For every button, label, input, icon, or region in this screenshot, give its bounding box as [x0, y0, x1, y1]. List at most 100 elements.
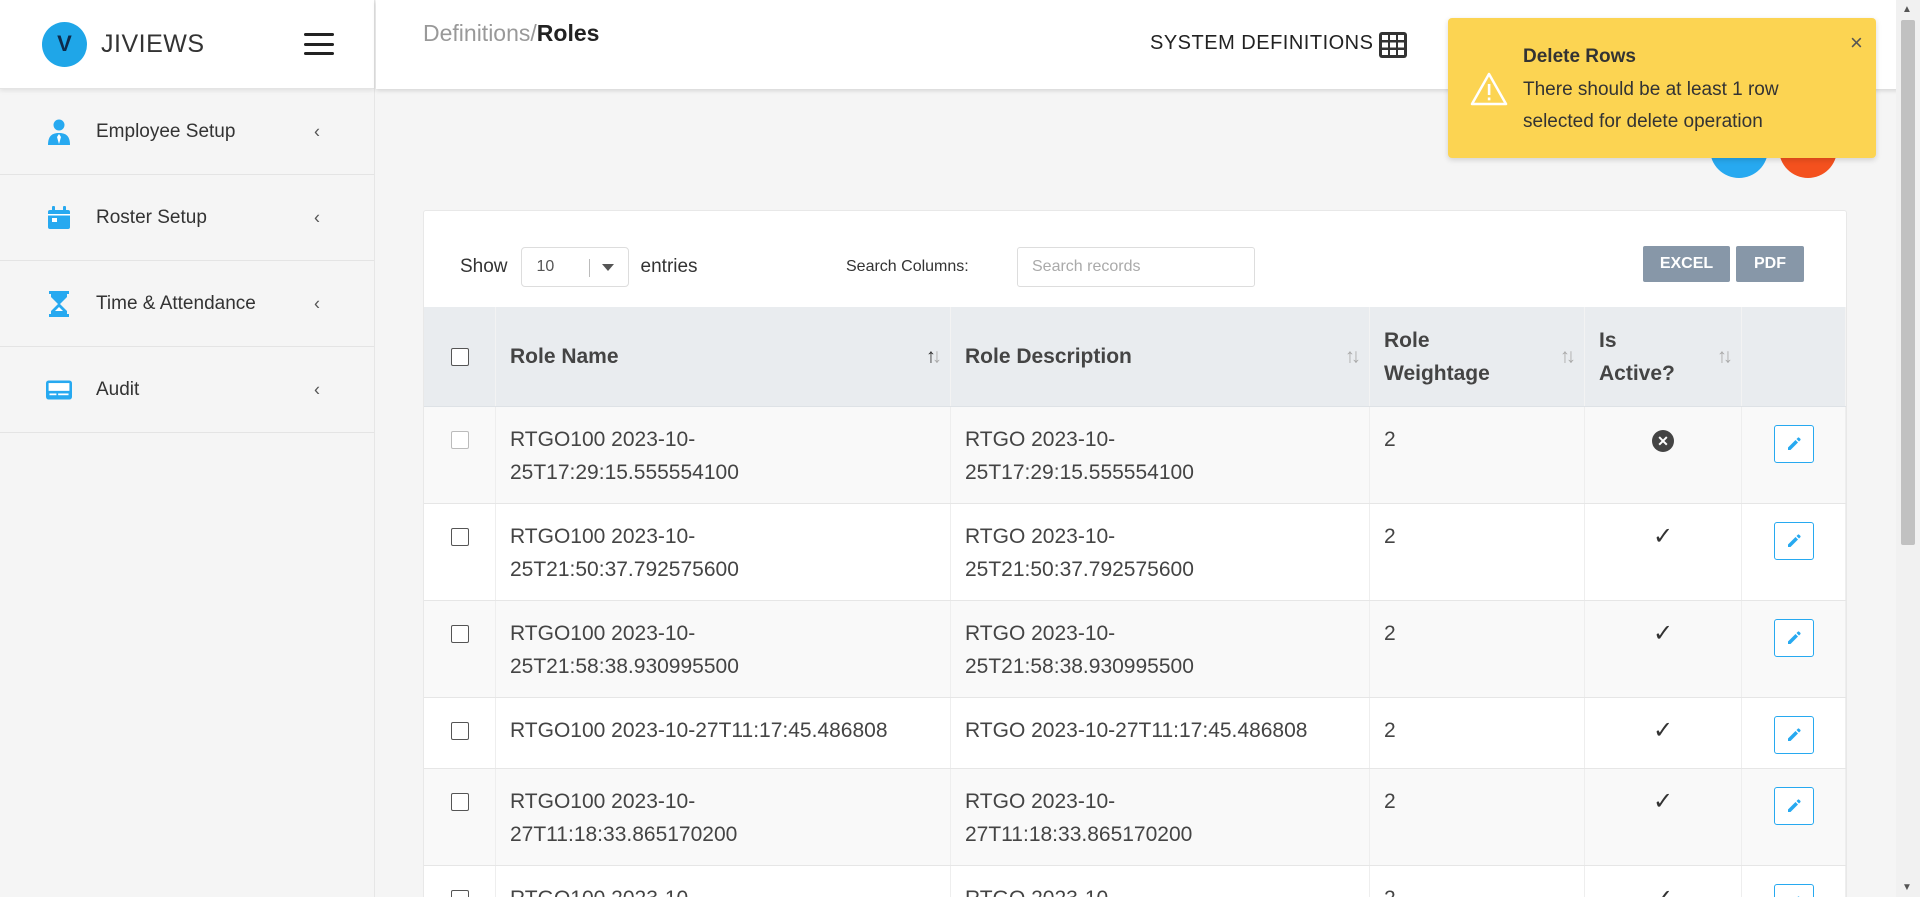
table-row: RTGO100 2023-10-27T11:18:33.865170200 RTG…: [424, 769, 1846, 866]
scroll-up-icon[interactable]: ▲: [1902, 4, 1912, 15]
column-header-role-weightage[interactable]: Role Weightage ↑↓: [1370, 307, 1585, 406]
role-description-cell: RTGO 2023-10-25T21:50:37.792575600: [951, 504, 1370, 600]
row-select-cell: [424, 698, 496, 768]
row-checkbox: [450, 431, 469, 449]
hamburger-menu-icon[interactable]: [304, 33, 334, 55]
role-name-cell: RTGO100 2023-10-25T21:58:38.930995500: [496, 601, 951, 697]
actions-cell: [1742, 769, 1846, 865]
is-active-cell: ✓: [1585, 698, 1742, 768]
row-select-cell: [424, 769, 496, 865]
edit-button[interactable]: [1773, 522, 1814, 560]
sidebar-item-label: Roster Setup: [96, 206, 207, 228]
user-tie-icon: [46, 119, 72, 145]
close-icon[interactable]: ×: [1850, 30, 1863, 56]
sidebar-item-employee-setup[interactable]: Employee Setup ‹: [0, 89, 374, 175]
row-checkbox[interactable]: [450, 793, 469, 811]
pencil-icon: [1787, 534, 1801, 547]
search-input[interactable]: [1017, 247, 1255, 287]
show-label: Show: [460, 256, 508, 277]
brand-bar: V JIVIEWS: [0, 0, 374, 89]
check-icon: ✓: [1653, 882, 1673, 897]
actions-cell: [1742, 504, 1846, 600]
sidebar-item-audit[interactable]: Audit ‹: [0, 347, 374, 433]
role-name-cell: RTGO100 2023-10-27T11:17:45.486808: [496, 698, 951, 768]
page-length-select[interactable]: 10: [520, 247, 629, 287]
chevron-left-icon: ‹: [314, 207, 320, 227]
column-header-is-active[interactable]: Is Active? ↑↓: [1585, 307, 1742, 406]
row-checkbox[interactable]: [450, 625, 469, 643]
chevron-left-icon: ‹: [314, 379, 320, 399]
row-select-cell: [424, 866, 496, 897]
chevron-left-icon: ‹: [314, 293, 320, 313]
x-circle-icon: ✕: [1652, 430, 1674, 452]
actions-cell: [1742, 698, 1846, 768]
column-header-label: Role Name: [510, 345, 619, 368]
column-header-label: Role Weightage: [1384, 328, 1490, 385]
row-checkbox[interactable]: [450, 890, 469, 897]
role-weightage-cell: 2: [1370, 504, 1585, 600]
sort-icon[interactable]: ↑↓: [1717, 340, 1733, 373]
grid-icon[interactable]: [1379, 32, 1407, 58]
id-card-icon: [46, 377, 72, 403]
sidebar-item-time-attendance[interactable]: Time & Attendance ‹: [0, 261, 374, 347]
select-all-cell: [424, 307, 496, 406]
is-active-cell: ✓: [1585, 601, 1742, 697]
entries-label: entries: [640, 256, 698, 277]
table-row: RTGO100 2023-10-RTGO 2023-10-2 ✓: [424, 866, 1846, 897]
row-select-cell: [424, 504, 496, 600]
sort-icon[interactable]: ↑↓: [926, 340, 942, 373]
roles-table: Role Name ↑↓ Role Description ↑↓ Role We…: [424, 307, 1846, 897]
select-all-checkbox[interactable]: [450, 347, 469, 366]
column-header-role-name[interactable]: Role Name ↑↓: [496, 307, 951, 406]
edit-button[interactable]: [1773, 787, 1814, 825]
column-header-actions: [1742, 307, 1846, 406]
edit-button[interactable]: [1773, 884, 1814, 897]
table-row: RTGO100 2023-10-25T21:50:37.792575600 RTG…: [424, 504, 1846, 601]
system-definitions-link[interactable]: SYSTEM DEFINITIONS: [1150, 32, 1373, 55]
row-checkbox[interactable]: [450, 722, 469, 740]
sidebar-item-roster-setup[interactable]: Roster Setup ‹: [0, 175, 374, 261]
edit-button[interactable]: [1773, 716, 1814, 754]
brand-name: JIVIEWS: [101, 29, 205, 58]
breadcrumb-parent[interactable]: Definitions: [423, 20, 530, 46]
row-select-cell: [424, 407, 496, 503]
pencil-icon: [1787, 799, 1801, 812]
excel-export-button[interactable]: EXCEL: [1643, 246, 1730, 282]
scroll-thumb[interactable]: [1901, 20, 1915, 545]
role-description-cell: RTGO 2023-10-25T21:58:38.930995500: [951, 601, 1370, 697]
actions-cell: [1742, 407, 1846, 503]
sort-icon[interactable]: ↑↓: [1560, 340, 1576, 373]
edit-button[interactable]: [1773, 425, 1814, 463]
table-header: Role Name ↑↓ Role Description ↑↓ Role We…: [424, 307, 1846, 407]
role-name-cell: RTGO100 2023-10-: [496, 866, 951, 897]
page-length-value: 10: [536, 258, 555, 275]
column-header-role-description[interactable]: Role Description ↑↓: [951, 307, 1370, 406]
hourglass-icon: [46, 290, 72, 317]
check-icon: ✓: [1652, 788, 1674, 815]
role-weightage-cell: 2: [1370, 407, 1585, 503]
pencil-icon: [1787, 631, 1801, 644]
role-weightage-cell: 2: [1370, 769, 1585, 865]
role-description-cell: RTGO 2023-10-25T17:29:15.555554100: [951, 407, 1370, 503]
app-logo[interactable]: V: [42, 21, 87, 67]
role-description-cell: RTGO 2023-10-27T11:17:45.486808: [951, 698, 1370, 768]
page-scrollbar[interactable]: ▲ ▼: [1896, 0, 1920, 897]
warning-icon: [1470, 72, 1508, 106]
role-weightage-cell: 2: [1370, 866, 1585, 897]
breadcrumb: Definitions/Roles: [423, 20, 599, 47]
is-active-cell: ✓: [1585, 769, 1742, 865]
edit-button[interactable]: [1773, 619, 1814, 657]
actions-cell: [1742, 601, 1846, 697]
role-name-cell: RTGO100 2023-10-27T11:18:33.865170200: [496, 769, 951, 865]
is-active-cell: ✓: [1585, 504, 1742, 600]
table-row: RTGO100 2023-10-25T21:58:38.930995500 RTG…: [424, 601, 1846, 698]
scroll-down-icon[interactable]: ▼: [1902, 882, 1912, 893]
sidebar-item-label: Audit: [96, 378, 140, 400]
pdf-export-button[interactable]: PDF: [1736, 246, 1804, 282]
toast-message: There should be at least 1 row selected …: [1523, 79, 1779, 132]
sort-icon[interactable]: ↑↓: [1345, 340, 1361, 373]
row-checkbox[interactable]: [450, 528, 469, 546]
chevron-left-icon: ‹: [314, 121, 320, 141]
table-row: RTGO100 2023-10-27T11:17:45.486808 RTGO 2…: [424, 698, 1846, 769]
check-icon: ✓: [1652, 717, 1674, 744]
